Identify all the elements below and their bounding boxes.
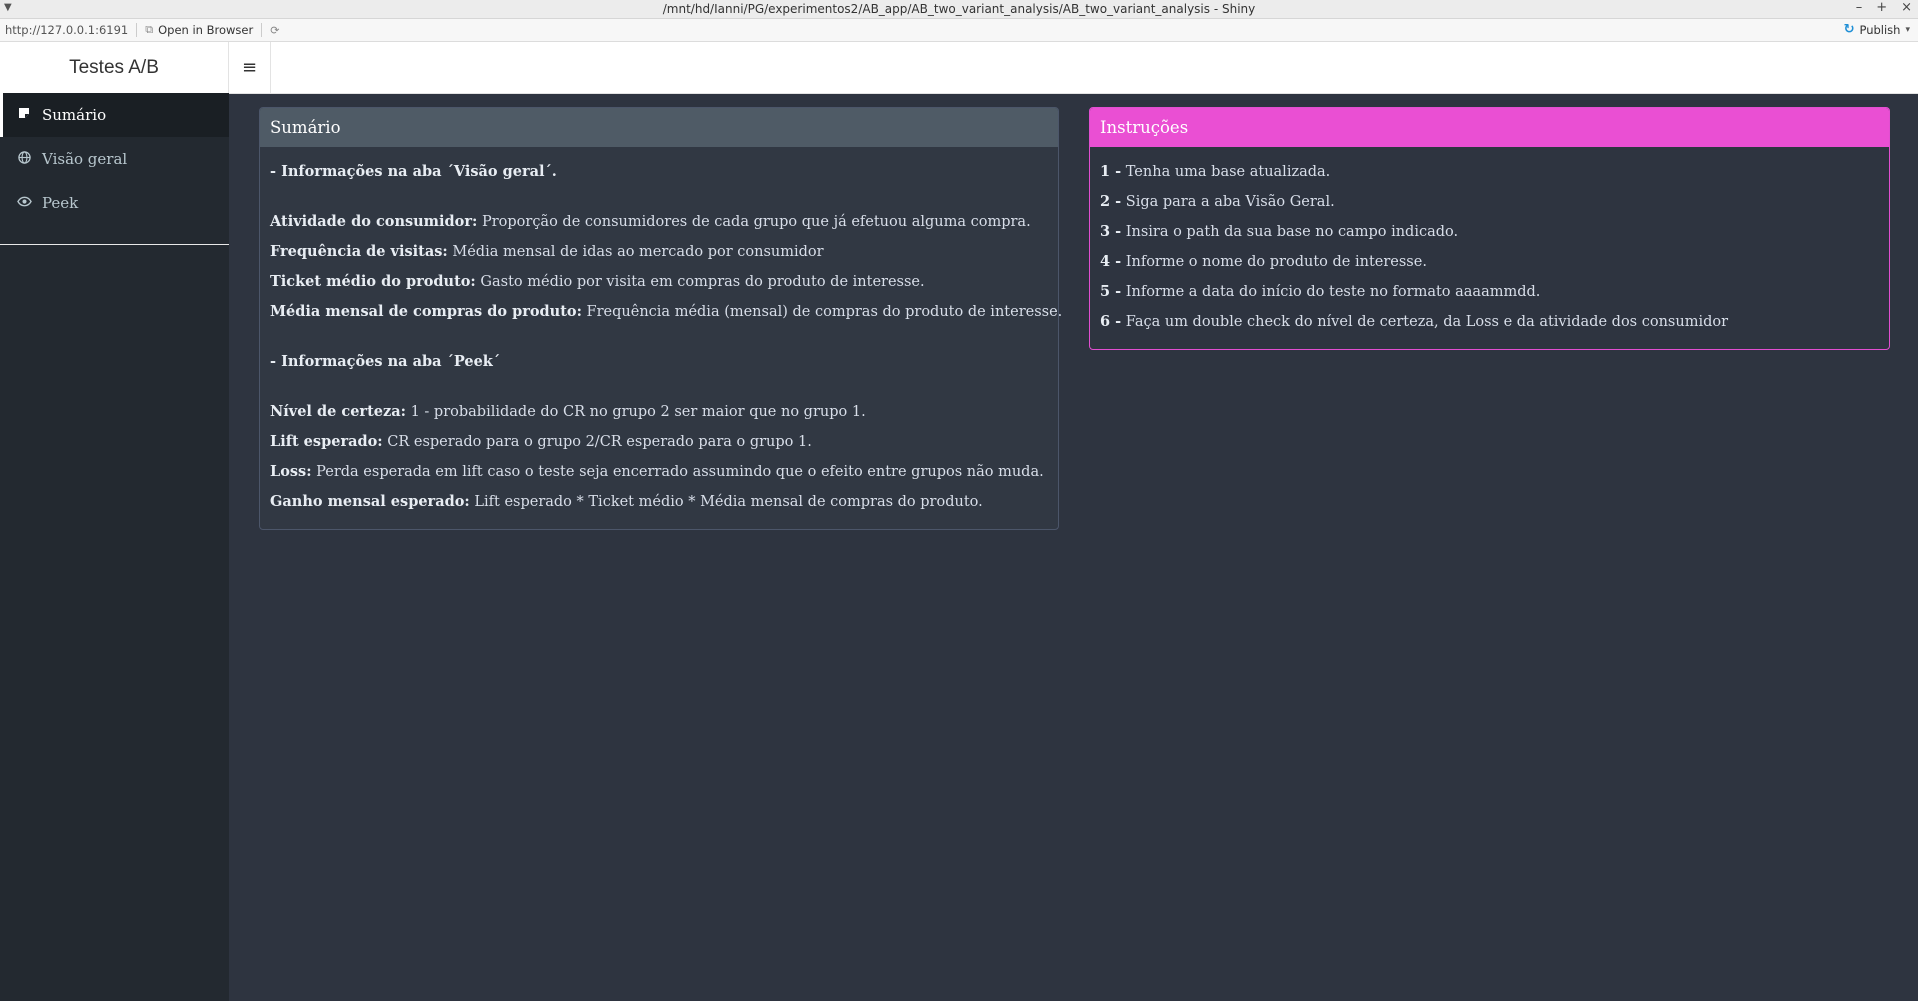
open-in-browser-label: Open in Browser: [158, 23, 254, 37]
minimize-button[interactable]: –: [1856, 0, 1863, 15]
sidebar-toggle-button[interactable]: ≡: [229, 42, 271, 93]
instruction-step: 2 - Siga para a aba Visão Geral.: [1100, 193, 1335, 210]
definition-item: Atividade do consumidor: Proporção de co…: [270, 213, 1031, 230]
window-menu-icon[interactable]: ▼: [4, 2, 12, 13]
window-title: /mnt/hd/Ianni/PG/experimentos2/AB_app/AB…: [662, 2, 1256, 16]
sticky-note-icon: [16, 107, 32, 123]
sidebar-divider: [0, 244, 229, 245]
sidebar-item-visao-geral[interactable]: Visão geral: [0, 137, 229, 181]
open-in-browser-button[interactable]: ⧉ Open in Browser: [145, 23, 253, 37]
hamburger-icon: ≡: [241, 57, 258, 78]
window-titlebar: ▼ /mnt/hd/Ianni/PG/experimentos2/AB_app/…: [0, 0, 1918, 19]
instruction-step: 3 - Insira o path da sua base no campo i…: [1100, 223, 1459, 240]
definition-item: Loss: Perda esperada em lift caso o test…: [270, 463, 1044, 480]
toolbar-divider: [136, 23, 138, 37]
instructions-box-title: Instruções: [1090, 108, 1889, 147]
sidebar-item-label: Visão geral: [42, 150, 128, 168]
summary-box-body: - Informações na aba ´Visão geral´. Ativ…: [260, 147, 1063, 517]
instruction-step: 6 - Faça um double check do nível de cer…: [1100, 313, 1729, 330]
summary-box: Sumário - Informações na aba ´Visão gera…: [259, 107, 1063, 530]
instruction-step: 1 - Tenha uma base atualizada.: [1100, 163, 1331, 180]
app-brand: Testes A/B: [0, 42, 229, 93]
instruction-step: 5 - Informe a data do início do teste no…: [1100, 283, 1541, 300]
sidebar-item-label: Peek: [42, 194, 79, 212]
definition-item: Ganho mensal esperado: Lift esperado * T…: [270, 493, 983, 510]
reload-icon[interactable]: ⟳: [270, 24, 279, 37]
definition-item: Lift esperado: CR esperado para o grupo …: [270, 433, 812, 450]
chevron-down-icon[interactable]: ▾: [1905, 25, 1910, 35]
instructions-box: Instruções 1 - Tenha uma base atualizada…: [1089, 107, 1890, 350]
sidebar-item-label: Sumário: [42, 106, 107, 124]
open-browser-icon: ⧉: [145, 23, 154, 36]
publish-label: Publish: [1859, 22, 1901, 37]
viewer-toolbar: http://127.0.0.1:6191 ⧉ Open in Browser …: [0, 19, 1918, 42]
app-header: Testes A/B ≡: [0, 42, 1918, 94]
section-heading: - Informações na aba ´Peek´: [270, 353, 501, 370]
sidebar-item-sumario[interactable]: Sumário: [0, 93, 229, 137]
window-controls: – + ×: [1856, 0, 1912, 15]
publish-button[interactable]: ↻ Publish ▾: [1844, 22, 1910, 37]
section-heading: - Informações na aba ´Visão geral´.: [270, 163, 557, 180]
definition-item: Média mensal de compras do produto: Freq…: [270, 303, 1063, 320]
definition-item: Ticket médio do produto: Gasto médio por…: [270, 273, 925, 290]
definition-item: Frequência de visitas: Média mensal de i…: [270, 243, 824, 260]
sidebar: Sumário Visão geral Peek: [0, 93, 229, 1001]
close-button[interactable]: ×: [1901, 0, 1912, 15]
summary-box-title: Sumário: [260, 108, 1058, 147]
toolbar-divider: [261, 23, 263, 37]
publish-icon: ↻: [1843, 22, 1855, 37]
globe-icon: [16, 150, 32, 168]
instructions-box-body: 1 - Tenha uma base atualizada. 2 - Siga …: [1090, 147, 1889, 337]
url-display: http://127.0.0.1:6191: [5, 23, 129, 37]
instruction-step: 4 - Informe o nome do produto de interes…: [1100, 253, 1427, 270]
eye-icon: [16, 196, 32, 211]
sidebar-item-peek[interactable]: Peek: [0, 181, 229, 225]
definition-item: Nível de certeza: 1 - probabilidade do C…: [270, 403, 866, 420]
maximize-button[interactable]: +: [1876, 0, 1887, 15]
